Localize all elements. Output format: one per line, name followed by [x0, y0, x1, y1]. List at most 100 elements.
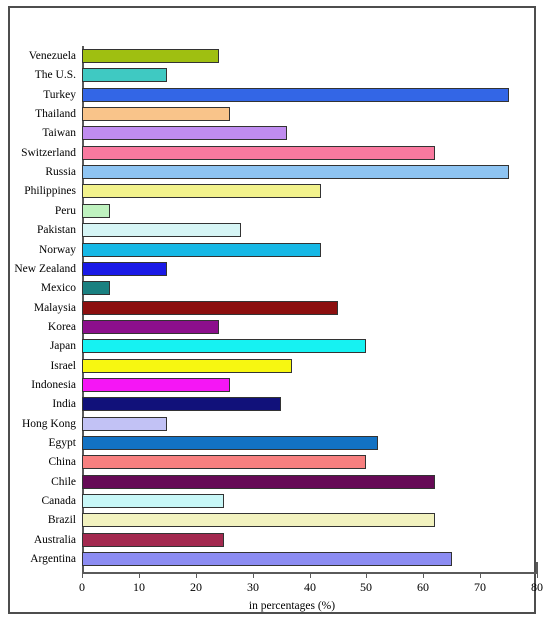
bar-row: Chile [0, 475, 544, 489]
category-label: Mexico [40, 282, 76, 294]
bar [82, 49, 219, 63]
bar-row: Japan [0, 339, 544, 353]
bar-row: Philippines [0, 184, 544, 198]
category-label: Switzerland [21, 147, 76, 159]
bar-row: China [0, 455, 544, 469]
bar-row: Taiwan [0, 126, 544, 140]
bar [82, 223, 241, 237]
bar-row: Argentina [0, 552, 544, 566]
bar-row: Hong Kong [0, 417, 544, 431]
category-label: Israel [50, 360, 76, 372]
bar-row: Indonesia [0, 378, 544, 392]
x-tick-label: 0 [79, 580, 85, 594]
category-label: Malaysia [33, 302, 76, 314]
category-label: Turkey [43, 89, 76, 101]
bar-row: Australia [0, 533, 544, 547]
bar [82, 320, 219, 334]
category-label: Hong Kong [22, 418, 76, 430]
bar-row: Thailand [0, 107, 544, 121]
category-label: Pakistan [37, 224, 76, 236]
bar [82, 262, 167, 276]
category-label: Korea [47, 321, 76, 333]
category-label: Norway [38, 244, 76, 256]
category-label: China [48, 456, 76, 468]
category-label: Canada [41, 495, 76, 507]
bar-row: Israel [0, 359, 544, 373]
bar-row: Peru [0, 204, 544, 218]
bar-chart-figure: Venezuela The U.S. Turkey Thailand Taiwan Swi… [0, 0, 544, 626]
bar-row: New Zealand [0, 262, 544, 276]
bar [82, 107, 230, 121]
bar [82, 281, 110, 295]
bar [82, 494, 224, 508]
bar [82, 378, 230, 392]
category-label: Indonesia [31, 379, 76, 391]
bar [82, 126, 287, 140]
category-label: The U.S. [34, 69, 76, 81]
category-label: Thailand [35, 108, 76, 120]
x-tick [310, 572, 311, 578]
bar [82, 436, 378, 450]
bar [82, 417, 167, 431]
x-tick [82, 572, 83, 578]
category-label: Venezuela [28, 50, 76, 62]
category-label: Brazil [47, 514, 76, 526]
bar [82, 301, 338, 315]
category-label: India [52, 398, 76, 410]
bar [82, 68, 167, 82]
bar-row: Korea [0, 320, 544, 334]
x-tick-label: 50 [360, 580, 372, 594]
category-label: Australia [33, 534, 76, 546]
category-label: Chile [51, 476, 76, 488]
bar [82, 475, 435, 489]
bar-row: Pakistan [0, 223, 544, 237]
category-label: Argentina [30, 553, 76, 565]
x-tick [537, 572, 538, 578]
x-tick-label: 40 [304, 580, 316, 594]
x-tick [253, 572, 254, 578]
x-tick [480, 572, 481, 578]
x-tick [423, 572, 424, 578]
bar-row: Switzerland [0, 146, 544, 160]
bar [82, 184, 321, 198]
bar-row: Malaysia [0, 301, 544, 315]
x-axis-title: in percentages (%) [248, 600, 336, 612]
x-tick [139, 572, 140, 578]
bar [82, 165, 509, 179]
bar [82, 533, 224, 547]
bar-row: Russia [0, 165, 544, 179]
category-label: Philippines [24, 185, 76, 197]
bar-row: Turkey [0, 88, 544, 102]
x-tick-label: 60 [417, 580, 429, 594]
bar-row: Norway [0, 243, 544, 257]
x-tick-label: 70 [474, 580, 486, 594]
x-tick-label: 80 [531, 580, 543, 594]
bar [82, 552, 452, 566]
bar [82, 88, 509, 102]
bar [82, 204, 110, 218]
x-tick-label: 20 [190, 580, 202, 594]
x-tick-label: 30 [247, 580, 259, 594]
bar [82, 146, 435, 160]
category-label: New Zealand [14, 263, 76, 275]
bar-row: Venezuela [0, 49, 544, 63]
bar [82, 513, 435, 527]
category-label: Taiwan [42, 127, 76, 139]
category-label: Russia [45, 166, 76, 178]
bar [82, 339, 366, 353]
category-label: Japan [49, 340, 76, 352]
bar [82, 359, 292, 373]
bar [82, 455, 366, 469]
bar-row: The U.S. [0, 68, 544, 82]
category-label: Peru [54, 205, 76, 217]
bar [82, 397, 281, 411]
bar-row: Mexico [0, 281, 544, 295]
x-tick [366, 572, 367, 578]
bar-row: India [0, 397, 544, 411]
bar-row: Canada [0, 494, 544, 508]
bar-row: Egypt [0, 436, 544, 450]
bar [82, 243, 321, 257]
x-tick-label: 10 [133, 580, 145, 594]
category-label: Egypt [48, 437, 76, 449]
bar-row: Brazil [0, 513, 544, 527]
